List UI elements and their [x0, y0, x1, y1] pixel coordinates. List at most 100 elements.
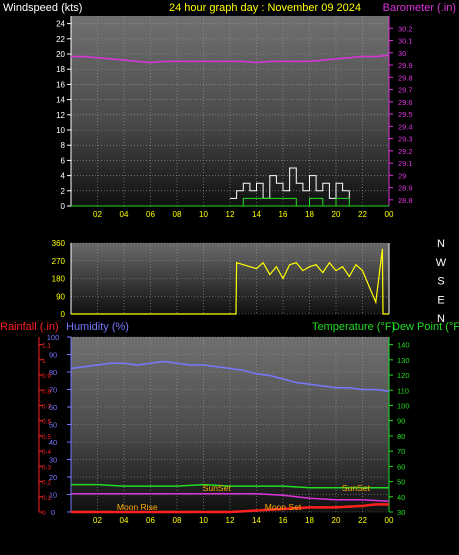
rainfall-tick-label: 0 [42, 510, 46, 517]
windspeed-tick-label: 14 [56, 96, 65, 105]
bottom-x-tick-label: 06 [146, 516, 155, 525]
humidity-axis-title: Humidity (%) [66, 321, 129, 333]
windspeed-tick-label: 24 [56, 20, 65, 29]
direction-tick-label: 360 [52, 239, 66, 248]
barometer-tick-label: 30.2 [398, 24, 413, 33]
compass-label: E [437, 294, 444, 306]
sunset-annotation: SunSet [203, 483, 232, 493]
windspeed-tick-label: 12 [56, 111, 65, 120]
temperature-tick-label: 30 [397, 508, 405, 517]
windspeed-tick-label: 4 [61, 172, 66, 181]
direction-tick-label: 180 [52, 275, 66, 284]
rainfall-tick-label: 1 [42, 358, 46, 365]
rainfall-tick-label: 0.9 [42, 373, 51, 380]
temperature-tick-label: 50 [397, 478, 405, 487]
bottom-x-tick-label: 10 [199, 516, 208, 525]
windspeed-tick-label: 0 [61, 202, 66, 211]
temperature-tick-label: 40 [397, 493, 405, 502]
top-plot-area [71, 16, 389, 206]
windspeed-tick-label: 18 [56, 65, 65, 74]
bottom-x-tick-label: 18 [305, 516, 314, 525]
top-x-tick-label: 18 [305, 210, 314, 219]
rainfall-tick-label: 0.7 [42, 403, 51, 410]
temperature-tick-label: 80 [397, 432, 405, 441]
top-x-tick-label: 02 [93, 210, 102, 219]
top-x-tick-label: 04 [120, 210, 129, 219]
temperature-tick-label: 130 [397, 356, 410, 365]
temperature-tick-label: 110 [397, 386, 409, 395]
windspeed-tick-label: 10 [56, 126, 65, 135]
barometer-tick-label: 29.5 [398, 110, 413, 119]
humidity-tick-label: 0 [51, 508, 55, 517]
temperature-tick-label: 60 [397, 462, 405, 471]
barometer-tick-label: 29.3 [398, 135, 413, 144]
moon-annotation: Moon Rise [117, 502, 158, 512]
top-x-tick-label: 12 [226, 210, 235, 219]
barometer-axis-title: Barometer (.in) [383, 2, 456, 14]
weather-graph-panel: Windspeed (kts) 24 hour graph day : Nove… [0, 0, 459, 555]
top-x-tick-label: 00 [385, 210, 394, 219]
barometer-tick-label: 29.4 [398, 122, 413, 131]
bottom-x-tick-label: 02 [93, 516, 102, 525]
top-x-tick-label: 16 [279, 210, 288, 219]
humidity-tick-label: 100 [47, 333, 60, 342]
compass-label: N [437, 238, 445, 250]
windspeed-tick-label: 2 [61, 187, 66, 196]
rainfall-tick-label: 0.2 [42, 480, 51, 487]
temperature-tick-label: 70 [397, 447, 405, 456]
temperature-tick-label: 100 [397, 401, 410, 410]
rainfall-tick-label: 0.4 [42, 449, 51, 456]
temperature-axis-title: Temperature (°F) [312, 321, 395, 333]
bottom-x-tick-label: 22 [358, 516, 367, 525]
windspeed-tick-label: 22 [56, 35, 65, 44]
bottom-x-tick-label: 20 [332, 516, 341, 525]
bottom-x-tick-label: 14 [252, 516, 261, 525]
direction-tick-label: 90 [56, 292, 65, 301]
rainfall-tick-label: 0.8 [42, 388, 51, 395]
bottom-x-tick-label: 16 [279, 516, 288, 525]
sunset-annotation: SunSet [342, 483, 371, 493]
barometer-tick-label: 30.1 [398, 37, 413, 46]
rainfall-tick-label: 0.6 [42, 419, 51, 426]
top-x-tick-label: 20 [332, 210, 341, 219]
temperature-tick-label: 120 [397, 371, 410, 380]
top-x-tick-label: 10 [199, 210, 208, 219]
bottom-x-tick-label: 00 [385, 516, 394, 525]
barometer-tick-label: 29.1 [398, 159, 413, 168]
windspeed-tick-label: 16 [56, 80, 65, 89]
windspeed-tick-label: 8 [61, 141, 66, 150]
barometer-tick-label: 29.8 [398, 73, 413, 82]
rainfall-axis-title: Rainfall (.in) [0, 321, 59, 333]
temperature-tick-label: 90 [397, 417, 405, 426]
barometer-tick-label: 29.2 [398, 147, 413, 156]
rainfall-tick-label: 0.1 [42, 495, 51, 502]
windspeed-tick-label: 6 [61, 156, 66, 165]
barometer-tick-label: 29 [398, 171, 406, 180]
rainfall-tick-label: 0.5 [42, 434, 51, 441]
barometer-tick-label: 28.9 [398, 184, 413, 193]
barometer-tick-label: 29.6 [398, 98, 413, 107]
dewpoint-axis-title: Dew Point (°F) [392, 321, 459, 333]
humidity-tick-label: 30 [49, 456, 57, 465]
compass-label: W [436, 257, 447, 269]
bottom-x-tick-label: 08 [173, 516, 182, 525]
barometer-tick-label: 29.9 [398, 61, 413, 70]
top-x-tick-label: 22 [358, 210, 367, 219]
barometer-tick-label: 28.8 [398, 196, 413, 205]
windspeed-axis-title: Windspeed (kts) [3, 2, 82, 14]
humidity-tick-label: 90 [49, 351, 57, 360]
moon-annotation: Moon Set [265, 502, 302, 512]
weather-chart-svg: Windspeed (kts) 24 hour graph day : Nove… [0, 2, 459, 525]
compass-label: S [437, 276, 444, 288]
windspeed-tick-label: 20 [56, 50, 65, 59]
rainfall-tick-label: 1.1 [42, 343, 51, 350]
temperature-tick-label: 140 [397, 341, 410, 350]
compass-label: N [437, 313, 445, 325]
direction-tick-label: 270 [52, 257, 66, 266]
barometer-tick-label: 29.7 [398, 86, 413, 95]
bottom-x-tick-label: 04 [120, 516, 129, 525]
top-x-tick-label: 06 [146, 210, 155, 219]
rainfall-tick-label: 0.3 [42, 464, 51, 471]
bottom-x-tick-label: 12 [226, 516, 235, 525]
chart-title: 24 hour graph day : November 09 2024 [169, 2, 361, 14]
